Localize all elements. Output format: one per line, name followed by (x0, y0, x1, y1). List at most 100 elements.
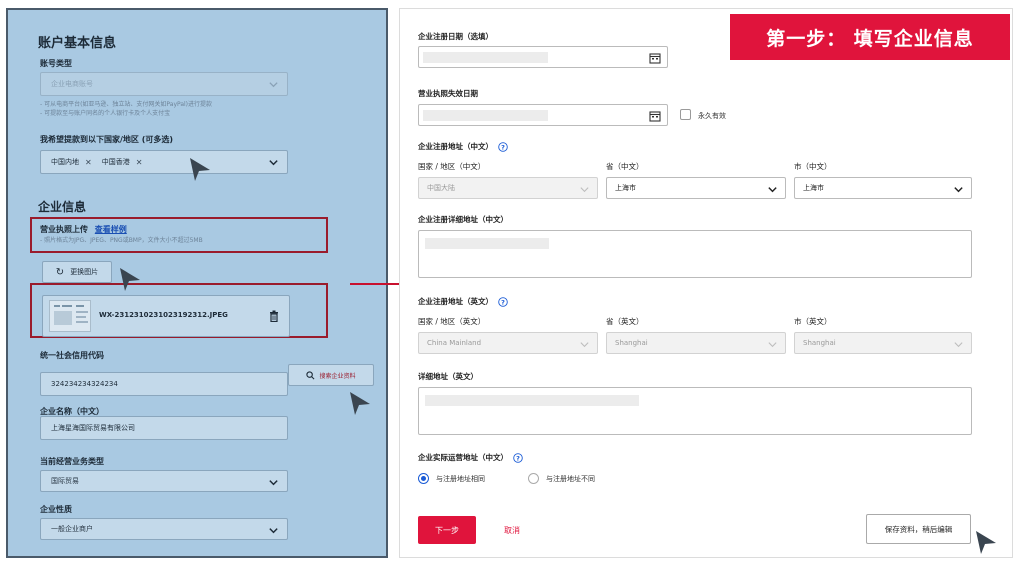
business-type-select[interactable]: 国际贸易 (40, 470, 288, 492)
chevron-down-icon (768, 187, 777, 193)
company-section-title: 企业信息 (38, 200, 87, 214)
detail-en-value-placeholder (425, 395, 639, 406)
credit-code-label: 统一社会信用代码 (40, 351, 104, 360)
chevron-down-icon (954, 342, 963, 348)
province-cn-select[interactable]: 上海市 (606, 177, 786, 199)
chevron-down-icon (954, 187, 963, 193)
tag-mainland[interactable]: 中国内地 ✕ (51, 157, 92, 167)
reg-date-label: 企业注册日期（选填） (418, 32, 493, 41)
chevron-down-icon (768, 342, 777, 348)
radio-different-address[interactable] (528, 473, 539, 484)
country-en-label: 国家 / 地区（英文） (418, 317, 486, 326)
license-expiry-value-placeholder (423, 110, 548, 121)
detail-en-textarea[interactable] (418, 387, 972, 435)
province-en-select[interactable]: Shanghai (606, 332, 786, 354)
radio-same-label: 与注册地址相同 (436, 475, 485, 483)
help-circle-icon[interactable]: ? (498, 296, 508, 307)
license-thumbnail-image (49, 300, 91, 332)
detail-cn-textarea[interactable] (418, 230, 972, 278)
city-cn-label: 市（中文） (794, 162, 832, 171)
city-en-select[interactable]: Shanghai (794, 332, 972, 354)
svg-text:?: ? (516, 454, 520, 462)
business-type-label: 当前经营业务类型 (40, 457, 104, 466)
business-type-value: 国际贸易 (51, 477, 79, 485)
city-en-label: 市（英文） (794, 317, 832, 326)
country-en-select[interactable]: China Mainland (418, 332, 598, 354)
reg-addr-cn-label: 企业注册地址（中文） ? (418, 141, 508, 152)
tag-remove-icon[interactable]: ✕ (136, 158, 143, 167)
license-expiry-label: 营业执照失效日期 (418, 89, 478, 98)
tag-label: 中国香港 (101, 158, 130, 166)
chevron-down-icon (269, 480, 278, 486)
actual-addr-text: 企业实际运营地址（中文） (418, 453, 508, 462)
city-en-value: Shanghai (803, 339, 836, 347)
svg-text:?: ? (501, 298, 505, 306)
tag-label: 中国内地 (51, 158, 79, 166)
calendar-icon[interactable] (649, 52, 661, 64)
right-panel-company-address: 企业注册日期（选填） 营业执照失效日期 永久有效 企业注册地址（中文） ? 国家… (399, 8, 1013, 558)
help-circle-icon[interactable]: ? (513, 452, 523, 463)
license-format-note: - 照片格式为JPG、JPEG、PNG或BMP，文件大小不超过5MB (40, 237, 203, 244)
province-en-label: 省（英文） (606, 317, 644, 326)
chevron-down-icon (580, 187, 589, 193)
actual-addr-label: 企业实际运营地址（中文） ? (418, 452, 523, 463)
detail-cn-label: 企业注册详细地址（中文） (418, 215, 508, 224)
save-later-button[interactable]: 保存资料，稍后编辑 (866, 514, 971, 544)
account-type-value: 企业电商账号 (51, 80, 93, 88)
country-cn-label: 国家 / 地区（中文） (418, 162, 486, 171)
province-en-value: Shanghai (615, 339, 648, 347)
trash-icon[interactable] (269, 310, 279, 322)
replace-image-label: 更换图片 (70, 268, 99, 276)
search-company-label: 搜索企业资料 (319, 372, 356, 380)
country-cn-select[interactable]: 中国大陆 (418, 177, 598, 199)
license-expiry-input[interactable] (418, 104, 668, 126)
replace-image-button[interactable]: ↻ 更换图片 (42, 261, 112, 283)
detail-cn-value-placeholder (425, 238, 549, 249)
account-type-label: 账号类型 (40, 59, 72, 68)
chevron-down-icon (269, 160, 278, 166)
company-nature-select[interactable]: 一般企业商户 (40, 518, 288, 540)
country-cn-value: 中国大陆 (427, 184, 455, 192)
account-note-2: - 可提款至与账户同名的个人银行卡及个人支付宝 (40, 110, 171, 117)
svg-text:?: ? (501, 143, 505, 151)
company-nature-value: 一般企业商户 (51, 525, 93, 533)
reg-addr-cn-text: 企业注册地址（中文） (418, 142, 493, 151)
next-step-button[interactable]: 下一步 (418, 516, 476, 544)
reg-addr-en-label: 企业注册地址（英文） ? (418, 296, 508, 307)
company-name-input[interactable]: 上海星海国际贸易有限公司 (40, 416, 288, 440)
search-company-button[interactable]: 搜索企业资料 (288, 364, 374, 386)
cancel-link[interactable]: 取消 (504, 525, 520, 536)
license-highlight-box (30, 217, 328, 253)
credit-code-input[interactable]: 324234234324234 (40, 372, 288, 396)
step-banner: 第一步： 填写企业信息 (730, 14, 1010, 60)
permanent-checkbox[interactable] (680, 109, 691, 120)
city-cn-select[interactable]: 上海市 (794, 177, 972, 199)
license-upload-label: 营业执照上传 查看样例 (40, 224, 127, 235)
permanent-label: 永久有效 (698, 112, 726, 120)
reg-date-input[interactable] (418, 46, 668, 68)
left-panel-account-info: 账户基本信息 账号类型 企业电商账号 - 可从电商平台(如亚马逊、独立站、支付网… (6, 8, 388, 558)
province-cn-label: 省（中文） (606, 162, 644, 171)
reg-addr-en-text: 企业注册地址（英文） (418, 297, 493, 306)
account-type-select[interactable]: 企业电商账号 (40, 72, 288, 96)
withdraw-region-multiselect[interactable]: 中国内地 ✕ 中国香港 ✕ (40, 150, 288, 174)
withdraw-region-label: 我希望提款到以下国家/地区 (可多选) (40, 135, 174, 144)
refresh-icon: ↻ (55, 266, 65, 278)
reg-date-value-placeholder (423, 52, 548, 63)
uploaded-file-card: WX-231231023102319231​2.JPEG (42, 295, 290, 337)
help-circle-icon[interactable]: ? (498, 141, 508, 152)
chevron-down-icon (269, 82, 278, 88)
detail-en-label: 详细地址（英文） (418, 372, 478, 381)
tag-remove-icon[interactable]: ✕ (85, 158, 92, 167)
radio-different-label: 与注册地址不同 (546, 475, 595, 483)
cursor-pointer-icon (120, 268, 140, 291)
license-label-text: 营业执照上传 (40, 225, 88, 234)
uploaded-file-name: WX-231231023102319231​2.JPEG (99, 311, 228, 319)
tag-hongkong[interactable]: 中国香港 ✕ (102, 157, 143, 167)
calendar-icon[interactable] (649, 110, 661, 122)
search-icon (306, 370, 315, 379)
company-nature-label: 企业性质 (40, 505, 72, 514)
license-sample-link[interactable]: 查看样例 (95, 225, 127, 234)
radio-same-address[interactable] (418, 473, 429, 484)
cursor-pointer-icon (190, 158, 210, 181)
